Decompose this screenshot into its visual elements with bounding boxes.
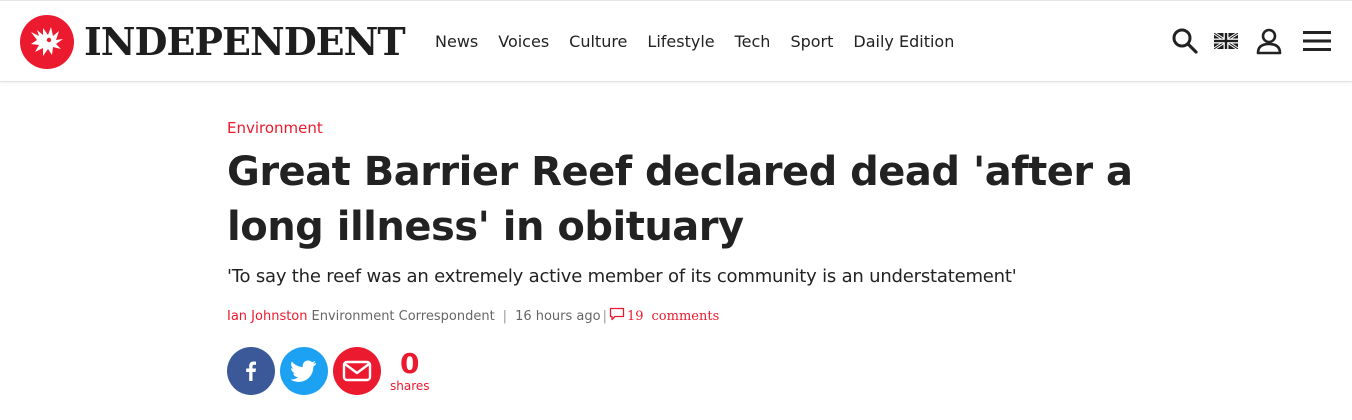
share-count: 0 shares xyxy=(390,347,430,394)
author-role: Environment Correspondent xyxy=(311,308,495,324)
article-headline: Great Barrier Reef declared dead 'after … xyxy=(227,149,1133,250)
share-bar: 0 shares xyxy=(227,347,1157,395)
nav-item-tech[interactable]: Tech xyxy=(735,32,771,51)
email-share-button[interactable] xyxy=(333,347,381,395)
facebook-icon xyxy=(246,361,256,381)
nav-item-culture[interactable]: Culture xyxy=(569,32,627,51)
share-count-label: shares xyxy=(390,379,430,393)
byline: Ian Johnston Environment Correspondent |… xyxy=(227,307,1157,325)
facebook-share-button[interactable] xyxy=(227,347,275,395)
author-link[interactable]: Ian Johnston xyxy=(227,309,308,324)
search-icon[interactable] xyxy=(1170,26,1200,56)
header-tools xyxy=(1170,1,1332,81)
hamburger-menu-icon[interactable] xyxy=(1302,26,1332,56)
article-standfirst: 'To say the reef was an extremely active… xyxy=(227,266,1017,287)
share-count-number: 0 xyxy=(400,347,420,380)
twitter-share-button[interactable] xyxy=(280,347,328,395)
section-link[interactable]: Environment xyxy=(227,119,323,137)
comment-icon xyxy=(609,307,625,325)
nav-item-news[interactable]: News xyxy=(435,32,478,51)
site-logo[interactable]: INDEPENDENT xyxy=(20,15,406,69)
user-icon[interactable] xyxy=(1254,26,1284,56)
site-header: INDEPENDENT News Voices Culture Lifestyl… xyxy=(0,0,1352,82)
uk-flag-icon[interactable] xyxy=(1214,33,1238,49)
comments-count: 19 xyxy=(626,308,644,324)
eagle-icon xyxy=(20,15,74,69)
nav-item-lifestyle[interactable]: Lifestyle xyxy=(647,32,714,51)
nav-item-sport[interactable]: Sport xyxy=(790,32,833,51)
comments-label: comments xyxy=(651,308,720,324)
nav-item-daily-edition[interactable]: Daily Edition xyxy=(853,32,954,51)
email-icon xyxy=(342,360,372,382)
site-wordmark: INDEPENDENT xyxy=(84,19,406,64)
publish-time: 16 hours ago xyxy=(515,308,601,324)
comments-link[interactable]: 19 comments xyxy=(609,307,719,325)
twitter-icon xyxy=(291,360,316,382)
nav-item-voices[interactable]: Voices xyxy=(498,32,549,51)
byline-divider: | xyxy=(502,308,508,324)
article-header: Environment Great Barrier Reef declared … xyxy=(227,118,1157,395)
main-nav: News Voices Culture Lifestyle Tech Sport… xyxy=(435,1,954,81)
byline-divider: | xyxy=(602,308,607,324)
